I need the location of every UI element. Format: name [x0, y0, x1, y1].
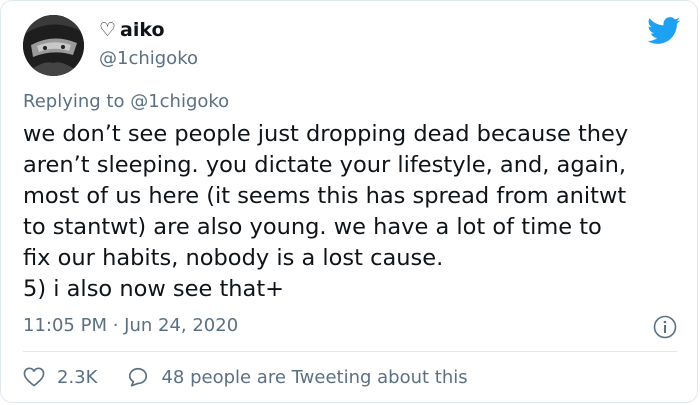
replying-to: Replying to @1chigoko: [23, 91, 229, 112]
speech-bubble-icon: [129, 367, 148, 387]
divider: [23, 351, 677, 352]
tweet-actions: 2.3K 48 people are Tweeting about this: [23, 366, 468, 388]
tweet-timestamp[interactable]: 11:05 PM · Jun 24, 2020: [23, 315, 238, 336]
info-icon[interactable]: [653, 315, 677, 339]
conversation-link[interactable]: 48 people are Tweeting about this: [127, 366, 468, 388]
tweet-card[interactable]: ♡ aiko @1chigoko Replying to @1chigoko w…: [0, 0, 698, 403]
heart-outline-icon: [23, 367, 45, 387]
like-count: 2.3K: [57, 366, 98, 388]
tweet-text: we don’t see people just dropping dead b…: [23, 121, 629, 302]
display-name[interactable]: aiko: [120, 21, 165, 40]
heart-glyph: ♡: [99, 19, 117, 41]
conversation-label: 48 people are Tweeting about this: [161, 366, 468, 388]
like-button[interactable]: 2.3K: [23, 367, 97, 388]
user-handle[interactable]: @1chigoko: [99, 48, 198, 69]
replying-to-label: Replying to: [23, 91, 131, 112]
author-name-row[interactable]: ♡ aiko: [99, 21, 165, 40]
reply-mention-link[interactable]: @1chigoko: [130, 91, 229, 112]
twitter-bird-icon[interactable]: [647, 17, 681, 45]
avatar[interactable]: [23, 15, 84, 76]
